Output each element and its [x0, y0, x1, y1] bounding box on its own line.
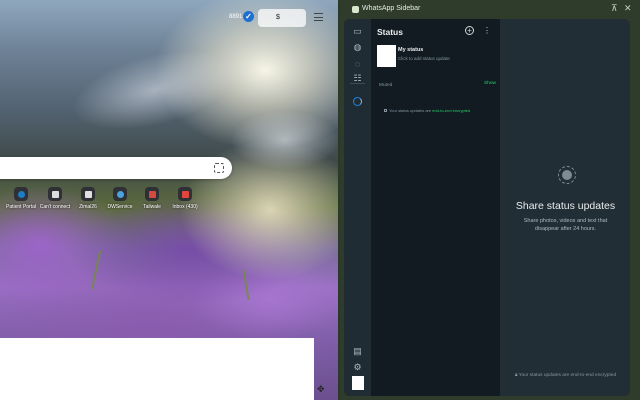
shortcut-dwservice[interactable]: DWService — [102, 187, 138, 210]
status-icon[interactable]: ◍ — [352, 42, 363, 53]
google-lens-icon[interactable] — [214, 163, 224, 173]
shortcut-inbox[interactable]: Inbox (430) — [167, 187, 203, 210]
my-status-avatar[interactable] — [377, 45, 396, 67]
tail-icon — [148, 190, 156, 198]
shortcut-label: Can't connect — [39, 204, 71, 210]
channels-icon[interactable]: ◌ — [352, 58, 363, 69]
shortcut-label: Tailwale — [143, 204, 161, 210]
close-icon[interactable]: ✕ — [624, 3, 632, 14]
status-main-panel: Share status updates Share photos, video… — [501, 19, 630, 396]
chats-icon[interactable]: ▭ — [352, 26, 363, 37]
browser-new-tab: 8891 ✓ $ Patient Portal Can't connect Zi… — [0, 0, 338, 400]
shortcut-zimal26[interactable]: Zimal26 — [70, 187, 106, 210]
background-flower-stem — [242, 270, 250, 300]
shortcut-label: Zimal26 — [79, 204, 97, 210]
status-icon — [558, 166, 576, 184]
more-options-icon[interactable]: ⋮ — [483, 26, 491, 35]
archive-icon[interactable]: ▤ — [352, 346, 363, 357]
e2e-footer-text: Your status updates are end-to-end encry… — [518, 373, 617, 378]
toolbar-button-group[interactable] — [258, 9, 306, 27]
portal-icon — [17, 190, 25, 198]
extensions-icon[interactable]: ✥ — [317, 384, 325, 395]
page-icon — [51, 190, 59, 198]
whatsapp-sidebar: WhatsApp Sidebar ⊼ ✕ ▭ ◍ ◌ ☷ ▤ ⚙ Status … — [340, 0, 640, 400]
whatsapp-app: ▭ ◍ ◌ ☷ ▤ ⚙ Status + ⋮ My status Click t… — [344, 19, 630, 396]
background-snow-slope — [230, 110, 338, 170]
cloud-icon — [116, 190, 124, 198]
sidebar-title: WhatsApp Sidebar — [362, 5, 421, 12]
avatar[interactable] — [352, 376, 364, 390]
mail-icon — [181, 190, 189, 198]
shortcut-label: Patient Portal — [5, 204, 37, 210]
empty-state-text: Share photos, videos and text that disap… — [523, 218, 608, 232]
shortcut-tailwale[interactable]: Tailwale — [134, 187, 170, 210]
e2e-footer: 🔒︎ Your status updates are end-to-end en… — [501, 372, 630, 378]
shortcut-label: DWService — [107, 204, 133, 210]
sidebar-titlebar: WhatsApp Sidebar ⊼ ✕ — [340, 0, 640, 19]
empty-state-heading: Share status updates — [515, 200, 616, 212]
shortcut-cant-connect[interactable]: Can't connect — [37, 187, 73, 210]
background-snow-ridge — [64, 35, 246, 145]
e2e-prefix: Your status updates are — [389, 108, 433, 113]
white-content-panel — [0, 338, 314, 400]
page-title: Status — [377, 27, 403, 37]
pin-icon[interactable]: ⊼ — [611, 3, 618, 14]
price-button[interactable]: $ — [276, 14, 280, 21]
shield-icon[interactable]: ✓ — [243, 11, 254, 22]
toolbar-badge[interactable]: 8891 — [229, 14, 242, 20]
whatsapp-logo-icon — [352, 6, 359, 13]
rail-divider — [350, 83, 365, 84]
muted-section-label: Muted — [379, 83, 393, 88]
my-status-name[interactable]: My status — [398, 47, 423, 53]
status-ring-icon[interactable] — [352, 96, 363, 107]
hamburger-icon[interactable] — [314, 13, 323, 21]
nav-rail: ▭ ◍ ◌ ☷ ▤ ⚙ — [344, 19, 371, 396]
background-flower-stem — [90, 250, 102, 290]
shortcut-patient-portal[interactable]: Patient Portal — [3, 187, 39, 210]
my-status-subtitle[interactable]: Click to add status update — [398, 56, 450, 61]
grid-icon — [84, 190, 92, 198]
add-status-icon[interactable]: + — [465, 26, 474, 35]
lock-icon — [384, 109, 387, 112]
status-list-panel: Status + ⋮ My status Click to add status… — [371, 19, 501, 396]
e2e-link[interactable]: end-to-end encrypted — [432, 108, 470, 113]
settings-icon[interactable]: ⚙ — [352, 362, 363, 373]
show-muted-button[interactable]: Show — [484, 81, 496, 86]
shortcut-label: Inbox (430) — [172, 204, 198, 210]
search-input[interactable] — [0, 157, 232, 179]
e2e-notice: Your status updates are end-to-end encry… — [384, 108, 470, 113]
